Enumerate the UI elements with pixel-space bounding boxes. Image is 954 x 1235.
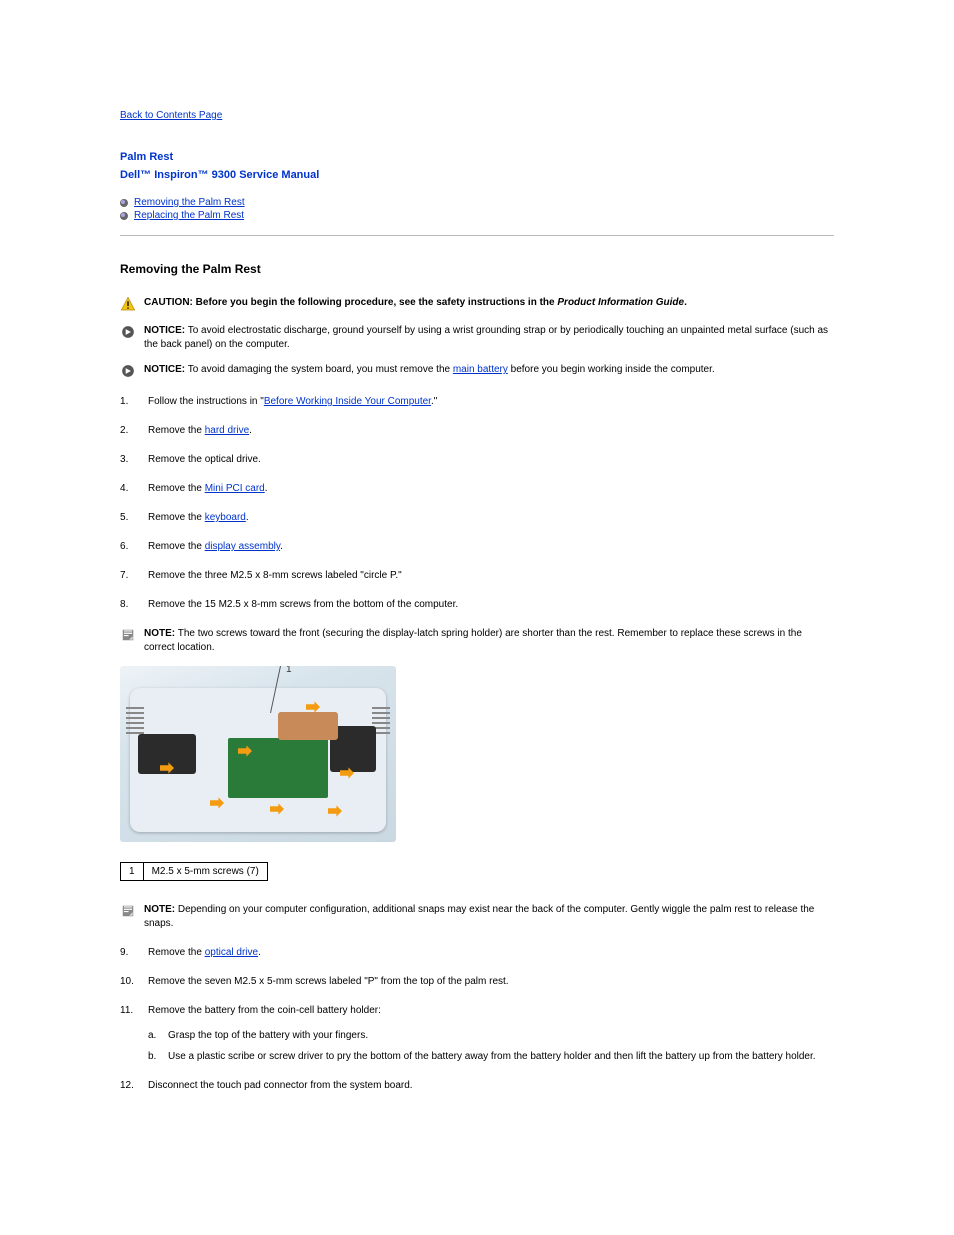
before-working-link[interactable]: Before Working Inside Your Computer [264,396,431,407]
notice-callout-battery: NOTICE: To avoid damaging the system boa… [120,363,834,379]
notice1-prefix: NOTICE: [144,325,185,336]
divider [120,235,834,236]
step-11: Remove the battery from the coin-cell ba… [120,1004,834,1063]
step-1-post: ." [431,396,437,407]
optical-drive-link[interactable]: optical drive [205,947,258,958]
bullet-icon [120,199,128,207]
notice-icon [120,363,136,379]
palm-rest-figure: 1 [120,666,396,842]
manual-title: Dell™ Inspiron™ 9300 Service Manual [120,169,834,181]
step-4: Remove the Mini PCI card. [120,482,834,495]
caution-text-prefix: CAUTION: Before you begin the following … [144,297,555,308]
note2-prefix: NOTE: [144,904,175,915]
step-8: Remove the 15 M2.5 x 8-mm screws from th… [120,598,834,611]
keyboard-link[interactable]: keyboard [205,512,246,523]
step-12: Disconnect the touch pad connector from … [120,1079,834,1092]
note1-prefix: NOTE: [144,628,175,639]
step-10: Remove the seven M2.5 x 5-mm screws labe… [120,975,834,988]
step-4-post: . [265,483,268,494]
legend-num: 1 [121,863,144,881]
notice-callout-esd: NOTICE: To avoid electrostatic discharge… [120,324,834,351]
step-4-pre: Remove the [148,483,205,494]
legend-text: M2.5 x 5-mm screws (7) [143,863,267,881]
step-5: Remove the keyboard. [120,511,834,524]
step-2-post: . [249,425,252,436]
procedure-steps-cont: Remove the optical drive. Remove the sev… [120,946,834,1092]
step-6: Remove the display assembly. [120,540,834,553]
step-9-post: . [258,947,261,958]
step-9: Remove the optical drive. [120,946,834,959]
figure-legend-table: 1 M2.5 x 5-mm screws (7) [120,862,268,881]
procedure-steps: Follow the instructions in "Before Worki… [120,395,834,611]
section-heading-remove: Removing the Palm Rest [120,262,834,276]
step-9-pre: Remove the [148,947,205,958]
display-assembly-link[interactable]: display assembly [205,541,280,552]
notice2-post: before you begin working inside the comp… [508,364,715,375]
notice2-prefix: NOTICE: [144,364,185,375]
step-1: Follow the instructions in "Before Worki… [120,395,834,408]
notice2-pre: To avoid damaging the system board, you … [185,364,453,375]
step-11b: Use a plastic scribe or screw driver to … [148,1050,834,1063]
step-6-pre: Remove the [148,541,205,552]
step-7: Remove the three M2.5 x 8-mm screws labe… [120,569,834,582]
note-icon [120,903,136,919]
step-11-text: Remove the battery from the coin-cell ba… [148,1005,381,1016]
notice-icon [120,324,136,340]
back-to-contents-link[interactable]: Back to Contents Page [120,110,834,121]
step-5-post: . [246,512,249,523]
note1-text: The two screws toward the front (securin… [144,628,802,653]
step-11a: Grasp the top of the battery with your f… [148,1029,834,1042]
figure-label-1: 1 [286,666,292,675]
toc-list: Removing the Palm Rest Replacing the Pal… [120,197,834,221]
hard-drive-link[interactable]: hard drive [205,425,249,436]
step-6-post: . [280,541,283,552]
step-2-pre: Remove the [148,425,205,436]
note-callout-1: NOTE: The two screws toward the front (s… [120,627,834,654]
note-icon [120,627,136,643]
main-battery-link[interactable]: main battery [453,364,508,375]
notice1-text: To avoid electrostatic discharge, ground… [144,325,828,350]
step-5-pre: Remove the [148,512,205,523]
note2-text: Depending on your computer configuration… [144,904,814,929]
step-3: Remove the optical drive. [120,453,834,466]
step-2: Remove the hard drive. [120,424,834,437]
table-row: 1 M2.5 x 5-mm screws (7) [121,863,268,881]
page-title: Palm Rest [120,151,834,163]
caution-text-suffix: . [684,297,687,308]
caution-icon [120,296,136,312]
caution-emph: Product Information Guide [557,297,684,308]
mini-pci-link[interactable]: Mini PCI card [205,483,265,494]
step-1-pre: Follow the instructions in " [148,396,264,407]
note-callout-2: NOTE: Depending on your computer configu… [120,903,834,930]
caution-callout: CAUTION: Before you begin the following … [120,296,834,312]
bullet-icon [120,212,128,220]
toc-link-remove[interactable]: Removing the Palm Rest [134,197,245,208]
toc-link-replace[interactable]: Replacing the Palm Rest [134,210,244,221]
